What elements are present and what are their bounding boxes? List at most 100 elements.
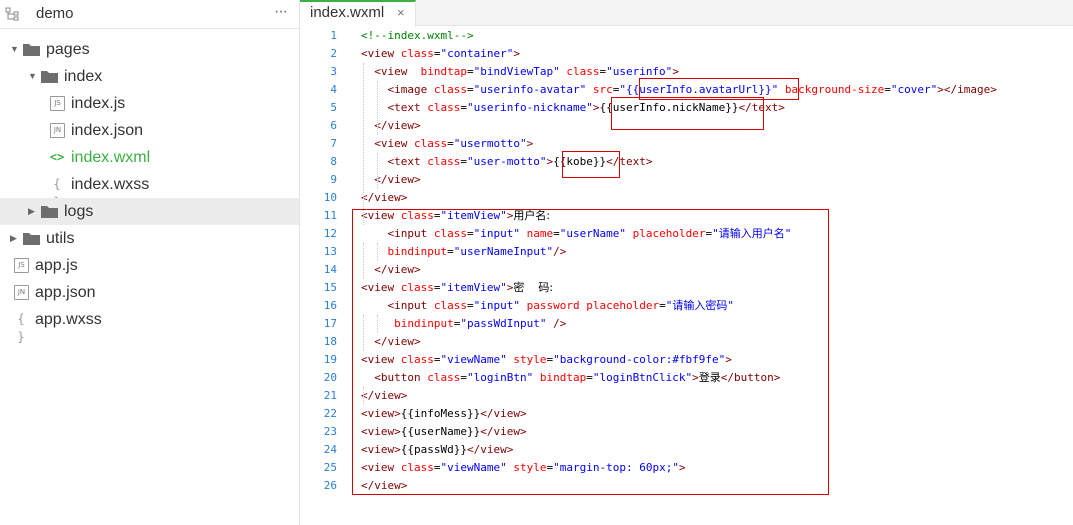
code-token: class [414,137,448,150]
tree-item-utils[interactable]: ▶ utils [0,225,299,252]
code-token: "{{userInfo.avatarUrl}}" [619,83,779,96]
code-line[interactable]: <view class="usermotto"> [361,135,533,153]
wxss-file-icon: { } [17,312,25,344]
code-token: " [784,227,792,240]
code-line[interactable]: </view> [361,477,407,495]
file-explorer: demo ··· ▼ pages ▼ index JS index.js JN index.j… [0,0,300,525]
code-line[interactable]: <text class="userinfo-nickname">{{userIn… [361,99,785,117]
code-line[interactable]: bindinput="passWdInput" /> [361,315,566,333]
code-line[interactable]: </view> [361,261,420,279]
line-number: 2 [330,47,337,60]
code-line[interactable]: </view> [361,333,420,351]
code-token: "loginBtnClick" [592,371,693,384]
code-token: = [447,245,454,258]
code-token: </view> [374,119,421,132]
code-line[interactable]: <view bindtap="bindViewTap" class="useri… [361,63,679,81]
code-token: "cover" [890,83,938,96]
code-line[interactable]: <!--index.wxml--> [361,27,474,45]
tab-label: index.wxml [310,4,385,21]
code-token: class [427,371,461,384]
project-tree-icon[interactable] [5,7,19,21]
line-number: 17 [323,317,337,330]
chevron-down-icon[interactable]: ▼ [10,36,20,63]
js-file-icon: JS [50,96,65,111]
code-token: "margin-top: 60px;" [553,461,679,474]
code-token: " [727,299,734,312]
code-line[interactable]: bindinput="userNameInput"/> [361,243,567,261]
code-line[interactable]: </view> [361,171,420,189]
code-token: = [586,371,593,384]
code-token: {{infoMess}} [400,407,481,420]
tree-item-index-js[interactable]: JS index.js [0,90,299,117]
code-line[interactable]: </view> [361,117,421,135]
line-number-gutter: 1 2 3 4 5 6 7 8 9 10 11 12 13 14 15 16 17 18 19 20 21 22 23 24 2… [300,27,352,525]
close-icon[interactable]: × [397,5,405,20]
code-token: bindinput [394,317,454,330]
code-token: </view> [361,389,408,402]
tree-item-logs[interactable]: ▶ logs [0,198,299,225]
tab-index-wxml[interactable]: index.wxml × [300,0,416,27]
code-line[interactable]: </view> [361,387,407,405]
indent-guide [377,81,378,135]
code-token: <view [374,137,408,150]
code-line[interactable]: <button class="loginBtn" bindtap="loginB… [361,369,780,387]
code-token: style [513,353,547,366]
code-editor: index.wxml × 1 2 3 4 5 6 7 8 9 10 11 12 13 14 15 16 17 18… [300,0,1073,525]
tree-item-label: app.json [35,284,96,301]
code-token: /> [553,317,567,330]
code-token: class [433,299,467,312]
code-token: <view> [361,425,401,438]
code-token: {{userInfo.nickName}} [599,101,739,114]
code-token: "itemView" [440,209,507,222]
code-token: <view [374,65,408,78]
code-token: "container" [440,47,514,60]
chevron-right-icon[interactable]: ▶ [28,198,38,225]
tree-item-index[interactable]: ▼ index [0,63,299,90]
line-number: 8 [330,155,337,168]
tree-item-index-wxss[interactable]: { }index.wxss [0,171,299,209]
code-line[interactable]: <view class="itemView">用户名: [361,207,550,225]
chevron-down-icon[interactable]: ▼ [28,63,38,90]
folder-open-icon [23,44,40,56]
tree-item-app-json[interactable]: JN app.json [0,279,299,306]
tree-item-app-wxss[interactable]: { } app.wxss [0,306,299,344]
code-line[interactable]: <input class="input" name="userName" pla… [361,225,792,243]
tree-item-pages[interactable]: ▼ pages [0,36,299,63]
code-line[interactable]: <view>{{passWd}}</view> [361,441,513,459]
code-token: class [400,353,434,366]
code-token: "passWdInput" [460,317,547,330]
folder-icon [23,233,40,245]
more-options-button[interactable]: ··· [274,3,288,21]
code-line[interactable]: <view class="viewName" style="margin-top… [361,459,686,477]
code-token: 请输入密码 [672,299,728,312]
code-token: ></image> [937,83,997,96]
code-line[interactable]: <view class="container"> [361,45,520,63]
tree-item-index-wxml[interactable]: <> index.wxml [0,144,299,171]
code-line[interactable]: <text class="user-motto">{{kobe}}</text> [361,153,653,171]
folder-icon [41,206,58,218]
code-line[interactable]: <view>{{infoMess}}</view> [361,405,527,423]
code-token: "itemView" [440,281,507,294]
project-name: demo [36,5,74,22]
code-line[interactable]: <view class="itemView">密 码: [361,279,553,297]
code-line[interactable]: </view> [361,189,407,207]
code-line[interactable]: <view>{{userName}}</view> [361,423,527,441]
code-line[interactable]: <view class="viewName" style="background… [361,351,732,369]
tree-item-index-json[interactable]: JN index.json [0,117,299,144]
json-file-icon: JN [50,123,65,138]
code-token: <!--index.wxml--> [361,29,474,42]
code-token: class [400,47,434,60]
tree-item-app-js[interactable]: JS app.js [0,252,299,279]
code-line[interactable]: <image class="userinfo-avatar" src="{{us… [361,81,997,99]
tree-item-label: utils [46,230,75,247]
chevron-right-icon[interactable]: ▶ [10,225,20,252]
code-token: = [467,299,474,312]
code-token: {{kobe}} [553,155,607,168]
code-line[interactable]: <input class="input" password placeholde… [361,297,734,315]
code-area[interactable]: 1 2 3 4 5 6 7 8 9 10 11 12 13 14 15 16 17 18 19 20 21 22 23 24 2… [300,27,1073,525]
line-number: 21 [323,389,337,402]
